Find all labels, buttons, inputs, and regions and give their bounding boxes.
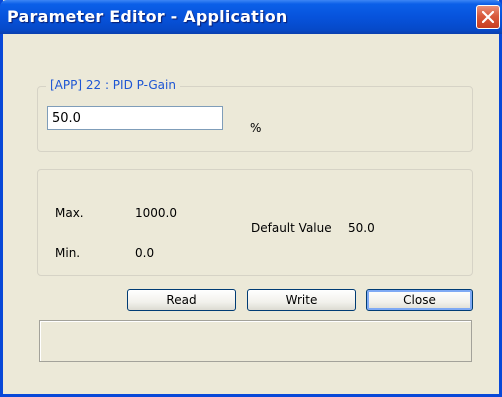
parameter-legend: [APP] 22 : PID P-Gain xyxy=(46,78,180,92)
parameter-group: [APP] 22 : PID P-Gain % xyxy=(37,78,473,152)
unit-label: % xyxy=(250,121,262,135)
window-close-button[interactable] xyxy=(476,5,500,29)
close-button[interactable]: Close xyxy=(366,289,473,311)
min-value: 0.0 xyxy=(135,246,155,260)
info-group: Max. 1000.0 Min. 0.0 Default Value 50.0 xyxy=(37,169,473,276)
max-value: 1000.0 xyxy=(135,206,177,220)
parameter-value-input[interactable] xyxy=(47,106,223,130)
close-icon xyxy=(482,11,494,23)
read-button[interactable]: Read xyxy=(127,289,236,311)
max-label: Max. xyxy=(55,206,84,220)
title-bar[interactable]: Parameter Editor - Application xyxy=(0,0,502,34)
window-title: Parameter Editor - Application xyxy=(7,7,288,26)
parameter-editor-window: Parameter Editor - Application [APP] 22 … xyxy=(0,0,502,397)
write-button[interactable]: Write xyxy=(247,289,356,311)
default-value: 50.0 xyxy=(348,221,375,235)
status-box xyxy=(39,320,472,362)
min-label: Min. xyxy=(55,246,81,260)
default-value-label: Default Value xyxy=(251,221,332,235)
